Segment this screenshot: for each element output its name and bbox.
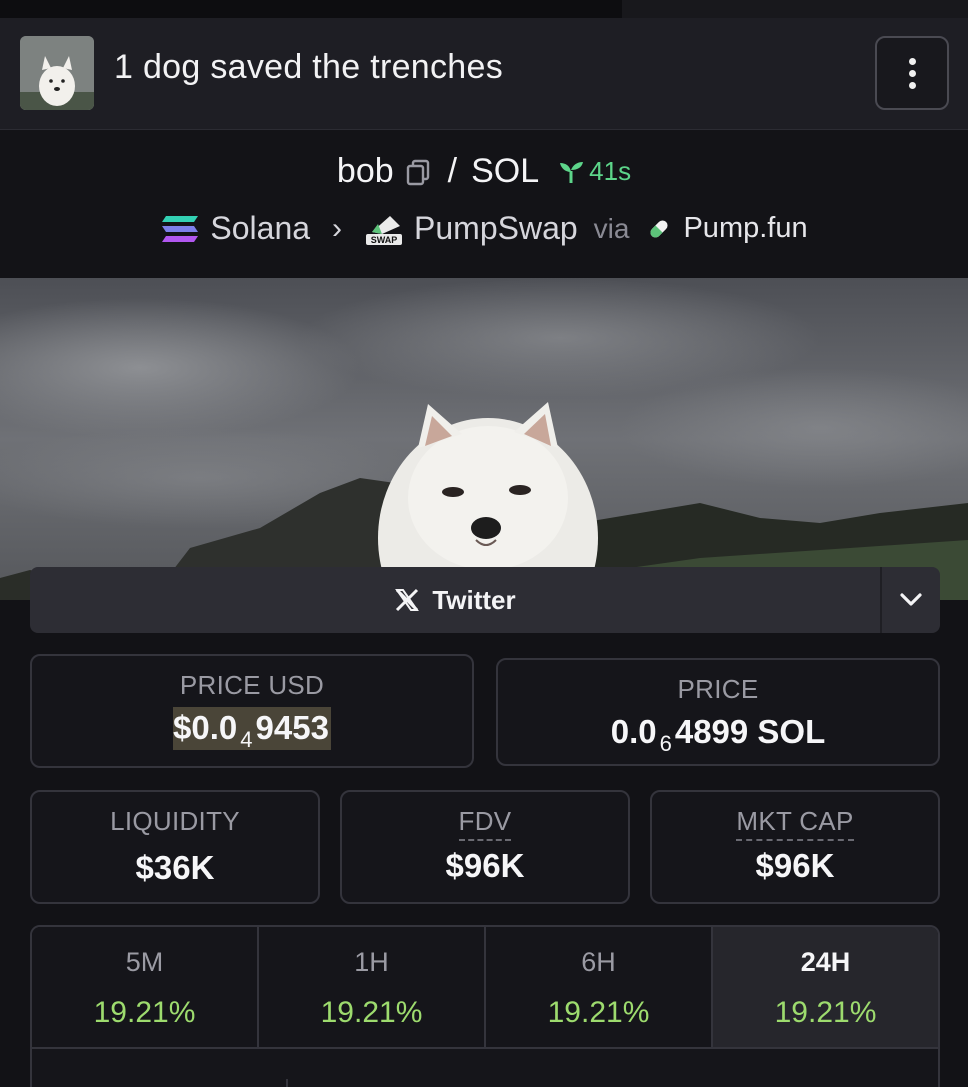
ellipsis-dot — [908, 69, 916, 77]
price-usd-highlight: $0.0 49453 — [173, 707, 331, 752]
top-strip-left — [0, 0, 622, 18]
pill-icon — [650, 219, 669, 238]
market-cap-label-text: MKT CAP — [736, 806, 854, 841]
launchpad-link[interactable]: Pump.fun — [683, 212, 807, 245]
tab-change-value: 19.21% — [774, 996, 877, 1029]
social-links-bar: Twitter — [30, 567, 940, 633]
base-token-symbol: bob — [336, 152, 394, 190]
txn-stats-box — [30, 1049, 940, 1087]
price-usd-value: $0.0 49453 — [32, 707, 472, 752]
fdv-box[interactable]: FDV $96K — [340, 790, 630, 904]
price-usd-label: PRICE USD — [179, 670, 325, 700]
fdv-label-text: FDV — [458, 806, 512, 841]
pair-age: 41s — [557, 156, 631, 187]
tab-6h[interactable]: 6H 19.21% — [486, 927, 713, 1047]
ellipsis-dot — [908, 81, 916, 89]
pair-separator: / — [447, 152, 458, 190]
top-strip-right — [622, 0, 968, 18]
price-digits: 4899 SOL — [674, 713, 826, 750]
divider — [286, 1079, 288, 1087]
chevron-right-icon: › — [332, 211, 343, 245]
price-usd-zero-count: 4 — [240, 727, 253, 752]
vertical-ellipsis-icon — [908, 57, 916, 65]
price-usd-box: PRICE USD $0.0 49453 — [30, 654, 474, 768]
tab-period: 24H — [800, 947, 851, 977]
header: 1 dog saved the trenches — [0, 18, 968, 130]
price-label: PRICE — [677, 674, 759, 704]
top-strip — [0, 0, 968, 18]
tab-5m[interactable]: 5M 19.21% — [32, 927, 259, 1047]
token-avatar — [20, 36, 94, 110]
chevron-down-icon — [900, 593, 922, 606]
quote-token-symbol: SOL — [471, 152, 540, 190]
x-logo-icon — [395, 588, 420, 612]
tab-change-value: 19.21% — [93, 996, 196, 1029]
chain-link[interactable]: Solana — [210, 210, 310, 247]
price-native-value: 0.0 64899 SOL — [498, 713, 938, 756]
price-zero-count: 6 — [659, 731, 672, 756]
more-menu-button[interactable] — [875, 36, 949, 110]
tab-period: 5M — [125, 947, 164, 977]
price-change-tabs: 5M 19.21% 1H 19.21% 6H 19.21% 24H 19.21% — [30, 925, 940, 1049]
page-title: 1 dog saved the trenches — [114, 48, 504, 86]
pumpswap-badge-text: SWAP — [371, 235, 398, 245]
tab-24h[interactable]: 24H 19.21% — [713, 927, 938, 1047]
copy-icon[interactable] — [404, 157, 434, 187]
twitter-label: Twitter — [432, 584, 516, 615]
solana-icon — [162, 215, 199, 242]
pumpswap-icon: SWAP — [366, 215, 403, 245]
price-usd-digits: 9453 — [255, 709, 329, 746]
tab-change-value: 19.21% — [320, 996, 423, 1029]
token-banner-image — [0, 278, 968, 600]
price-native-box: PRICE 0.0 64899 SOL — [496, 658, 940, 766]
tab-period: 1H — [354, 947, 389, 977]
market-cap-box[interactable]: MKT CAP $96K — [650, 790, 940, 904]
pair-info: bob / SOL 41s Solana › SWAP PumpSwap via… — [0, 130, 968, 278]
liquidity-box: LIQUIDITY $36K — [30, 790, 320, 904]
tab-change-value: 19.21% — [547, 996, 650, 1029]
market-cap-value: $96K — [755, 847, 835, 884]
page: 1 dog saved the trenches bob / SOL 41s S… — [0, 0, 968, 1087]
tab-period: 6H — [581, 947, 616, 977]
liquidity-value: $36K — [135, 849, 215, 886]
tab-1h[interactable]: 1H 19.21% — [259, 927, 486, 1047]
dex-link[interactable]: PumpSwap — [414, 210, 578, 247]
market-cap-label: MKT CAP — [652, 806, 938, 841]
seedling-icon — [560, 161, 584, 183]
fdv-value: $96K — [445, 847, 525, 884]
liquidity-label: LIQUIDITY — [110, 806, 240, 836]
pair-name-row: bob / SOL 41s — [0, 152, 968, 191]
social-dropdown-button[interactable] — [880, 567, 940, 633]
price-usd-prefix: $0.0 — [173, 709, 238, 746]
fdv-label: FDV — [342, 806, 628, 841]
chain-row: Solana › SWAP PumpSwap via Pump.fun — [0, 210, 968, 247]
price-prefix: 0.0 — [610, 713, 657, 750]
via-label: via — [593, 212, 630, 244]
pair-age-value: 41s — [589, 156, 632, 186]
twitter-link[interactable]: Twitter — [30, 567, 880, 633]
